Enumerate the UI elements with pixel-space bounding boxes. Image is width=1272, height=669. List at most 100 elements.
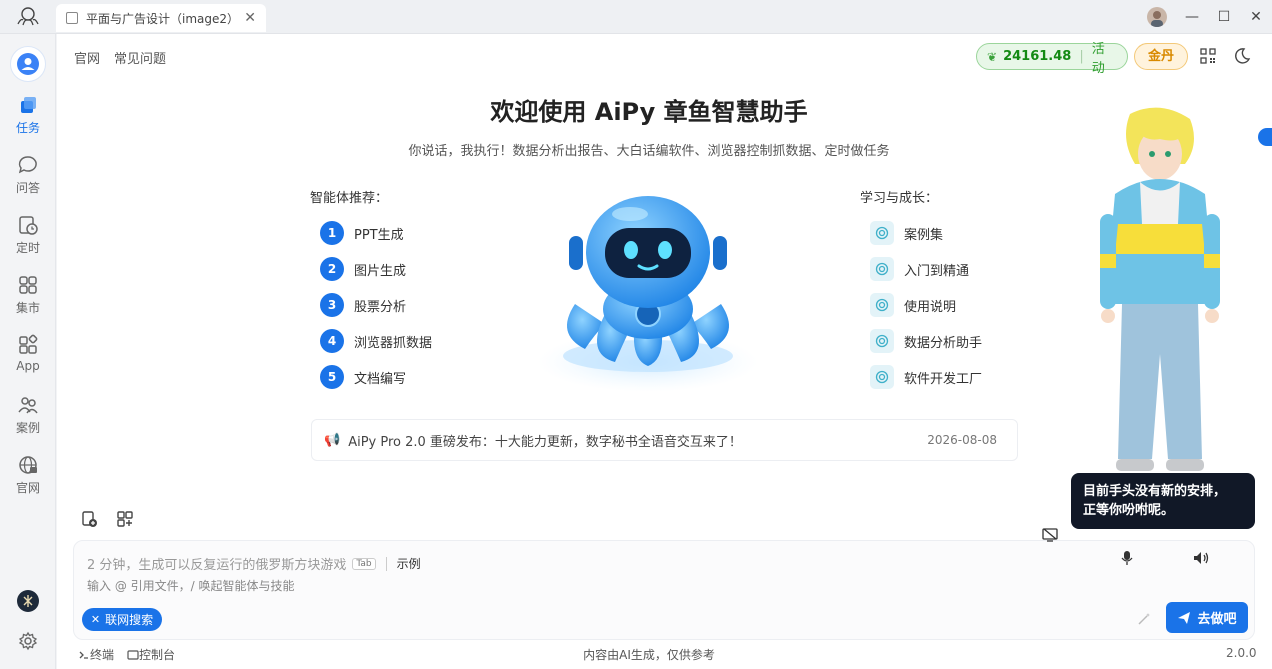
agent-item-ppt[interactable]: 1 PPT生成 — [320, 221, 404, 245]
learn-item-manual[interactable]: 使用说明 — [870, 293, 956, 317]
megaphone-icon: 📢 — [324, 432, 341, 448]
agent-number-badge: 3 — [320, 293, 344, 317]
agent-item-stock[interactable]: 3 股票分析 — [320, 293, 406, 317]
sidebar: 任务 问答 定时 集市 App 案例 官网 — [0, 34, 56, 669]
agent-label: 浏览器抓数据 — [354, 335, 433, 351]
input-divider — [385, 556, 387, 571]
gold-pill-button[interactable]: 金丹 — [1134, 43, 1188, 70]
cube-stack-icon — [21, 97, 36, 113]
sidebar-item-market[interactable]: 集市 — [0, 274, 56, 316]
welcome-subtitle: 你说话，我执行！数据分析出报告、大白话编软件、浏览器控制抓数据、定时做任务 — [408, 144, 890, 159]
microphone-icon[interactable] — [1120, 550, 1134, 566]
sidebar-item-website[interactable]: 官网 — [0, 454, 56, 496]
send-icon — [1178, 611, 1191, 624]
learn-label: 入门到精通 — [904, 263, 970, 279]
prompt-input-box[interactable]: 2 分钟，生成可以反复运行的俄罗斯方块游戏 Tab 示例 输入 @ 引用文件，/… — [73, 540, 1255, 640]
people-share-icon — [18, 397, 38, 414]
submit-label: 去做吧 — [1197, 612, 1237, 627]
target-icon — [870, 329, 894, 353]
submit-button[interactable]: 去做吧 — [1166, 602, 1248, 633]
add-agent-icon[interactable] — [116, 510, 134, 528]
tab-key-badge: Tab — [352, 557, 376, 570]
target-icon — [870, 365, 894, 389]
tab-close-icon[interactable]: ✕ — [244, 10, 256, 26]
user-icon — [17, 53, 39, 75]
anime-assistant-character[interactable] — [1090, 104, 1230, 474]
prompt-input[interactable]: 2 分钟，生成可以反复运行的俄罗斯方块游戏 Tab 示例 — [87, 554, 421, 573]
agent-number-badge: 1 — [320, 221, 344, 245]
active-tab[interactable]: 平面与广告设计（image2） ✕ — [56, 4, 266, 32]
link-official-site[interactable]: 官网 — [74, 48, 100, 67]
agent-item-browser-scrape[interactable]: 4 浏览器抓数据 — [320, 329, 432, 353]
learn-item-data-assistant[interactable]: 数据分析助手 — [870, 329, 982, 353]
screen-off-icon[interactable] — [1042, 528, 1058, 542]
side-panel-toggle[interactable] — [1258, 128, 1272, 146]
profile-avatar[interactable] — [10, 46, 46, 82]
tab-title: 平面与广告设计（image2） — [86, 11, 240, 26]
learn-label: 使用说明 — [904, 299, 957, 315]
sidebar-item-label: 任务 — [15, 121, 40, 135]
close-icon: ✕ — [90, 613, 101, 626]
learning-section-label: 学习与成长： — [860, 191, 939, 206]
activity-link[interactable]: 活动 — [1092, 38, 1117, 76]
agent-label: 图片生成 — [354, 263, 407, 279]
bubble-line-2: 正等你吩咐呢。 — [1083, 503, 1175, 518]
sidebar-item-label: 案例 — [15, 421, 40, 435]
target-icon — [870, 257, 894, 281]
welcome-title: 欢迎使用 AiPy 章鱼智慧助手 — [490, 98, 808, 126]
link-faq[interactable]: 常见问题 — [114, 48, 166, 67]
octopus-logo-icon[interactable] — [14, 6, 42, 28]
example-button[interactable]: 示例 — [397, 555, 421, 572]
prompt-hint: 输入 @ 引用文件，/ 唤起智能体与技能 — [87, 579, 295, 593]
qr-code-icon[interactable] — [1200, 48, 1216, 64]
globe-icon — [19, 456, 37, 474]
learn-item-cases[interactable]: 案例集 — [870, 221, 943, 245]
gear-icon[interactable] — [18, 631, 38, 651]
agent-number-badge: 5 — [320, 365, 344, 389]
version-label: 2.0.0 — [1226, 646, 1257, 660]
web-search-label: 联网搜索 — [105, 613, 154, 627]
octopus-robot-illustration — [538, 196, 758, 392]
sidebar-item-cases[interactable]: 案例 — [0, 394, 56, 436]
credit-amount: 24161.48 — [1003, 49, 1072, 64]
sidebar-item-schedule[interactable]: 定时 — [0, 214, 56, 256]
document-icon — [66, 12, 78, 24]
agent-number-badge: 2 — [320, 257, 344, 281]
learn-item-software-factory[interactable]: 软件开发工厂 — [870, 365, 982, 389]
speaker-icon[interactable] — [1192, 550, 1210, 566]
prompt-placeholder: 2 分钟，生成可以反复运行的俄罗斯方块游戏 — [87, 558, 347, 573]
brand-badge-icon[interactable] — [17, 590, 39, 612]
learn-label: 数据分析助手 — [904, 335, 983, 351]
agent-item-doc-writing[interactable]: 5 文档编写 — [320, 365, 406, 389]
sidebar-item-qa[interactable]: 问答 — [0, 154, 56, 196]
sidebar-item-label: 集市 — [15, 301, 40, 315]
magic-wand-icon[interactable] — [1136, 611, 1152, 627]
sidebar-item-label: App — [16, 359, 40, 373]
agent-label: 文档编写 — [354, 371, 407, 387]
window-close-button[interactable]: ✕ — [1245, 6, 1267, 28]
user-avatar-small[interactable] — [1147, 7, 1167, 27]
bubble-line-1: 目前手头没有新的安排， — [1083, 484, 1227, 499]
app-blocks-icon — [19, 334, 38, 354]
news-announcement[interactable]: 📢 AiPy Pro 2.0 重磅发布：十大能力更新，数字秘书全语音交互来了！ … — [311, 419, 1018, 461]
agent-item-image[interactable]: 2 图片生成 — [320, 257, 406, 281]
leaf-icon: ❦ — [987, 49, 998, 64]
news-text: AiPy Pro 2.0 重磅发布：十大能力更新，数字秘书全语音交互来了！ — [348, 434, 742, 450]
agents-section-label: 智能体推荐： — [310, 191, 389, 206]
add-file-icon[interactable] — [80, 510, 98, 528]
learn-item-beginner[interactable]: 入门到精通 — [870, 257, 969, 281]
target-icon — [870, 293, 894, 317]
minimize-button[interactable]: — — [1181, 6, 1203, 28]
maximize-button[interactable]: ☐ — [1213, 6, 1235, 28]
sidebar-item-tasks[interactable]: 任务 — [0, 94, 56, 136]
moon-icon[interactable] — [1233, 47, 1251, 65]
grid-apps-icon — [19, 276, 37, 294]
agent-label: PPT生成 — [354, 227, 404, 243]
chat-bubble-icon — [18, 156, 37, 174]
sidebar-item-app[interactable]: App — [0, 334, 56, 373]
news-date: 2026-08-08 — [927, 433, 997, 447]
credit-balance-pill[interactable]: ❦ 24161.48 | 活动 — [976, 42, 1128, 76]
clock-doc-icon — [19, 216, 38, 235]
web-search-toggle[interactable]: ✕ 联网搜索 — [82, 608, 162, 631]
learn-label: 案例集 — [904, 227, 944, 243]
